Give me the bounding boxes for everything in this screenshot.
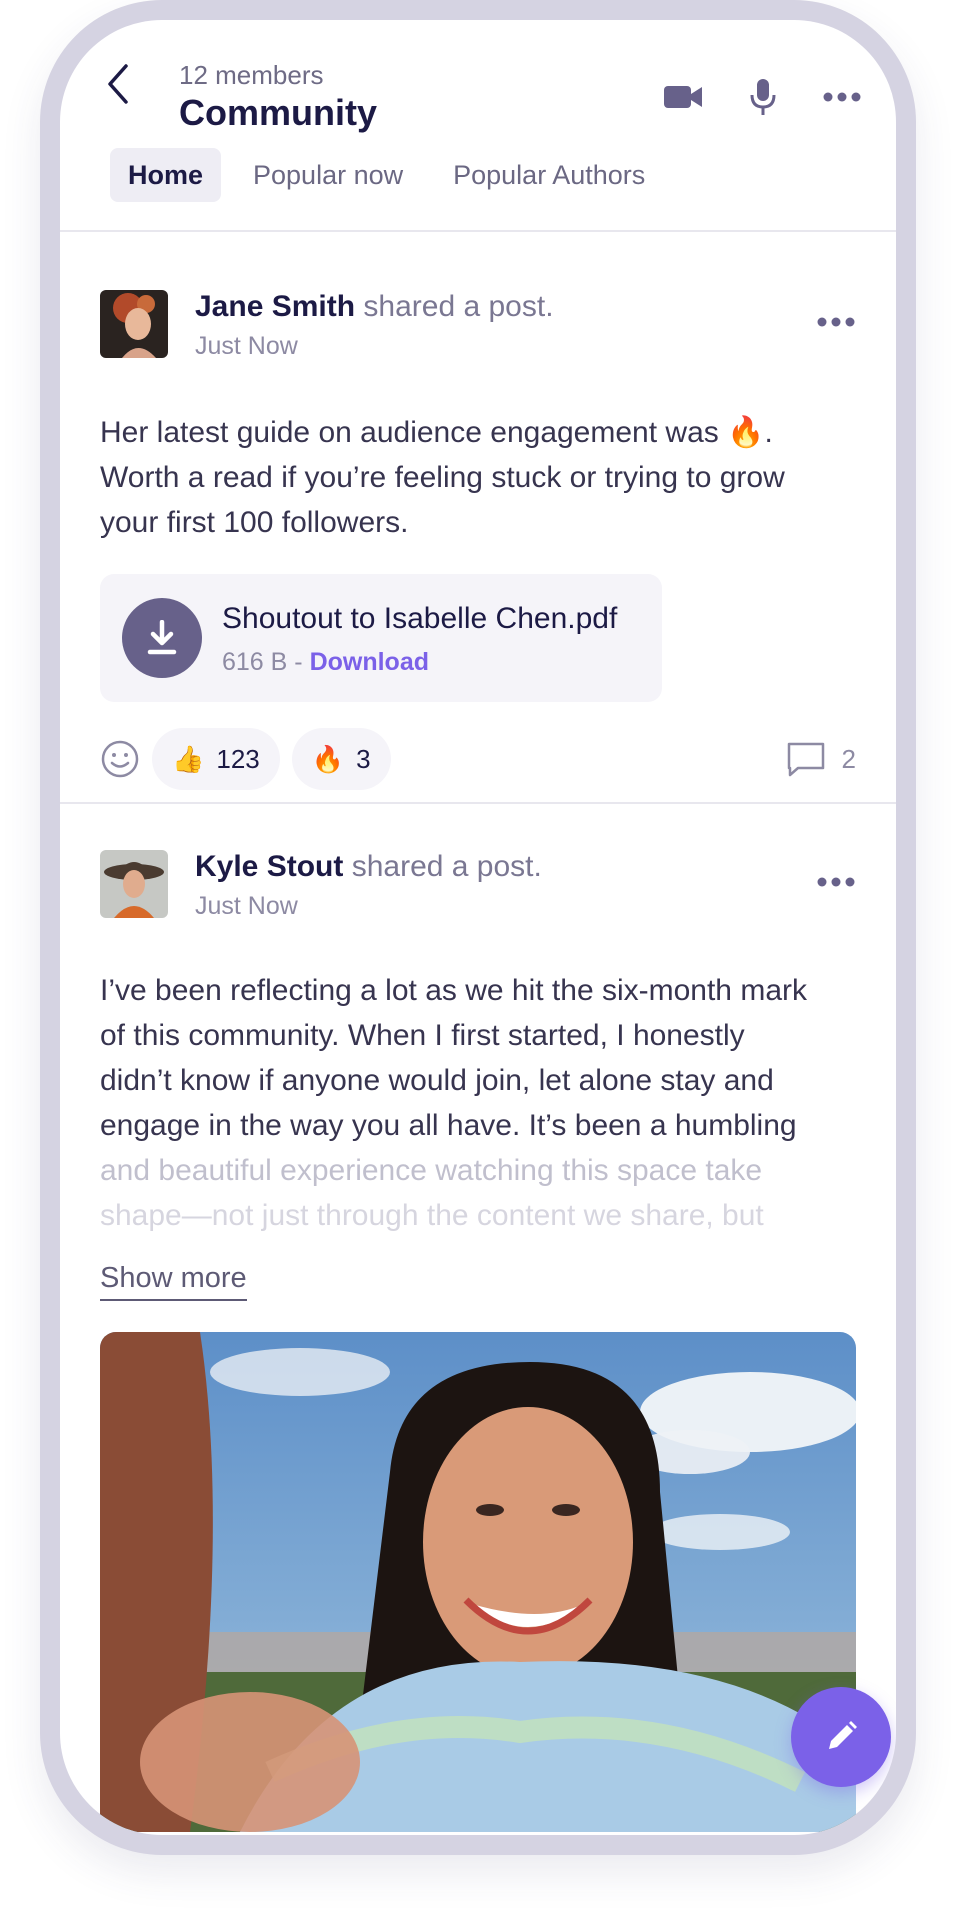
avatar[interactable] bbox=[100, 290, 168, 358]
post-timestamp: Just Now bbox=[195, 892, 298, 920]
tab-popular-now[interactable]: Popular now bbox=[235, 148, 421, 202]
microphone-button[interactable] bbox=[746, 72, 780, 122]
tab-popular-authors[interactable]: Popular Authors bbox=[435, 148, 663, 202]
attachment-filename: Shoutout to Isabelle Chen.pdf bbox=[222, 602, 618, 635]
more-options-icon bbox=[817, 317, 855, 327]
phone-frame: 12 members Community Home Popular now Po… bbox=[40, 0, 916, 1855]
comment-count: 2 bbox=[841, 743, 856, 774]
post-body-line: of this community. When I first started,… bbox=[100, 1019, 745, 1052]
post-body-line: engage in the way you all have. It’s bee… bbox=[100, 1109, 797, 1142]
microphone-icon bbox=[750, 79, 776, 115]
comments-button[interactable]: 2 bbox=[786, 734, 856, 784]
post-body-line: shape—not just through the content we sh… bbox=[100, 1199, 764, 1232]
post-body-line: your first 100 followers. bbox=[100, 506, 409, 539]
post-body: Her latest guide on audience engagement … bbox=[100, 410, 856, 545]
reaction-count: 3 bbox=[356, 743, 371, 774]
app-screen: 12 members Community Home Popular now Po… bbox=[60, 20, 896, 1835]
post-author-line: Jane Smith shared a post. bbox=[195, 290, 554, 324]
video-call-button[interactable] bbox=[662, 72, 706, 122]
more-options-icon bbox=[817, 877, 855, 887]
reaction-thumbs-up[interactable]: 👍 123 bbox=[152, 728, 280, 790]
thumbs-up-icon: 👍 bbox=[172, 743, 205, 774]
post-body-line: I’ve been reflecting a lot as we hit the… bbox=[100, 974, 807, 1007]
show-more-link[interactable]: Show more bbox=[100, 1262, 247, 1301]
post-body-line: Her latest guide on audience engagement … bbox=[100, 416, 773, 449]
attachment-size: 616 B - bbox=[222, 648, 303, 676]
attachment-meta: 616 B - Download bbox=[222, 648, 429, 677]
tab-home[interactable]: Home bbox=[110, 148, 222, 202]
post-more-button[interactable] bbox=[816, 310, 856, 334]
page-title: Community bbox=[179, 92, 377, 133]
tab-bar: Home Popular now Popular Authors bbox=[110, 148, 663, 202]
compose-post-button[interactable] bbox=[791, 1687, 891, 1787]
back-arrow-icon[interactable] bbox=[98, 54, 138, 114]
more-options-icon bbox=[823, 92, 861, 102]
reaction-bar: 👍 123 🔥 3 bbox=[100, 728, 391, 790]
header-divider bbox=[60, 230, 896, 232]
post-body: I’ve been reflecting a lot as we hit the… bbox=[100, 968, 856, 1238]
author-name[interactable]: Jane Smith bbox=[195, 290, 355, 323]
author-name[interactable]: Kyle Stout bbox=[195, 850, 343, 883]
header-more-button[interactable] bbox=[822, 72, 862, 122]
reaction-fire[interactable]: 🔥 3 bbox=[291, 728, 391, 790]
download-icon bbox=[147, 620, 177, 655]
file-attachment[interactable]: Shoutout to Isabelle Chen.pdf 616 B - Do… bbox=[100, 574, 662, 702]
post-card: Jane Smith shared a post. Just Now Her l… bbox=[100, 290, 856, 790]
avatar[interactable] bbox=[100, 850, 168, 918]
post-divider bbox=[60, 802, 896, 804]
post-card: Kyle Stout shared a post. Just Now I’ve … bbox=[100, 850, 856, 1835]
member-count: 12 members bbox=[179, 60, 324, 90]
post-body-line: didn’t know if anyone would join, let al… bbox=[100, 1064, 774, 1097]
video-camera-icon bbox=[664, 86, 702, 108]
post-body-line: Worth a read if you’re feeling stuck or … bbox=[100, 461, 785, 494]
comment-icon bbox=[787, 742, 824, 777]
post-image[interactable] bbox=[100, 1332, 856, 1832]
post-author-line: Kyle Stout shared a post. bbox=[195, 850, 542, 884]
post-action-text: shared a post. bbox=[351, 850, 542, 883]
pencil-icon bbox=[829, 1721, 857, 1749]
download-button[interactable] bbox=[122, 598, 202, 678]
reaction-count: 123 bbox=[216, 743, 260, 774]
post-more-button[interactable] bbox=[816, 870, 856, 894]
post-body-line: and beautiful experience watching this s… bbox=[100, 1154, 763, 1187]
smiley-icon[interactable] bbox=[100, 739, 140, 779]
post-action-text: shared a post. bbox=[363, 290, 554, 323]
download-link[interactable]: Download bbox=[310, 648, 429, 676]
fire-icon: 🔥 bbox=[311, 743, 345, 774]
post-timestamp: Just Now bbox=[195, 332, 298, 360]
